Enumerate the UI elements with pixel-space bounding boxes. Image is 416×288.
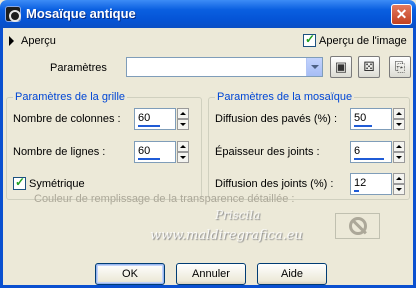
tile-diffusion-label: Diffusion des pavés (%) : <box>215 113 338 125</box>
fill-color-swatch[interactable] <box>335 213 380 239</box>
preview-label: Aperçu <box>21 35 56 47</box>
joint-diffusion-spinner[interactable]: 12 <box>350 173 405 195</box>
tile-diffusion-slider-bar[interactable] <box>354 125 372 127</box>
params-combobox[interactable] <box>126 57 323 77</box>
joint-diffusion-input[interactable]: 12 <box>350 173 392 195</box>
tile-diffusion-decrement-icon[interactable] <box>393 119 405 130</box>
watermark-url: www.maldiregrafica.eu <box>150 228 303 243</box>
help-button[interactable]: Aide <box>257 263 327 285</box>
rows-spinner[interactable]: 60 <box>134 141 189 163</box>
rows-input[interactable]: 60 <box>134 141 176 163</box>
columns-spinner[interactable]: 60 <box>134 108 189 130</box>
cancel-button[interactable]: Annuler <box>176 263 246 285</box>
ok-button[interactable]: OK <box>95 263 165 285</box>
checkmark-icon: ✓ <box>15 175 26 189</box>
watermark-name: Priscila <box>215 208 261 222</box>
joint-thickness-label: Épaisseur des joints : <box>215 146 320 158</box>
save-preset-button[interactable]: ▣ <box>330 56 352 78</box>
joint-thickness-input[interactable]: 6 <box>350 141 392 163</box>
dice-icon: ⚄ <box>363 59 375 74</box>
joint-thickness-increment-icon[interactable] <box>393 141 405 152</box>
floppy-disk-icon: ▣ <box>334 59 348 74</box>
mosaic-settings-title: Paramètres de la mosaïque <box>215 91 355 103</box>
tile-diffusion-increment-icon[interactable] <box>393 108 405 119</box>
app-icon <box>5 6 21 22</box>
rows-increment-icon[interactable] <box>177 141 189 152</box>
close-button[interactable]: ✕ <box>391 4 412 25</box>
columns-slider-bar[interactable] <box>138 125 160 127</box>
no-color-icon <box>349 217 367 235</box>
checkmark-icon: ✓ <box>305 32 316 46</box>
params-label: Paramètres <box>50 62 107 74</box>
joint-diffusion-increment-icon[interactable] <box>393 173 405 184</box>
symmetric-label: Symétrique <box>29 178 85 190</box>
image-preview-label: Aperçu de l'image <box>319 35 407 47</box>
grid-settings-title: Paramètres de la grille <box>13 91 128 103</box>
manage-presets-button[interactable]: ⎘ <box>389 56 411 78</box>
columns-decrement-icon[interactable] <box>177 119 189 130</box>
joint-thickness-spinner[interactable]: 6 <box>350 141 405 163</box>
joint-diffusion-decrement-icon[interactable] <box>393 184 405 195</box>
joint-thickness-slider-bar[interactable] <box>354 158 384 160</box>
columns-increment-icon[interactable] <box>177 108 189 119</box>
rows-decrement-icon[interactable] <box>177 152 189 163</box>
columns-input[interactable]: 60 <box>134 108 176 130</box>
image-preview-checkbox[interactable]: ✓ <box>303 32 316 47</box>
random-button[interactable]: ⚄ <box>358 56 380 78</box>
columns-label: Nombre de colonnes : <box>13 113 121 125</box>
tile-diffusion-input[interactable]: 50 <box>350 108 392 130</box>
joint-diffusion-slider-bar[interactable] <box>354 190 359 192</box>
joint-thickness-decrement-icon[interactable] <box>393 152 405 163</box>
rows-label: Nombre de lignes : <box>13 146 106 158</box>
joint-diffusion-label: Diffusion des joints (%) : <box>215 178 334 190</box>
fill-color-label: Couleur de remplissage de la transparenc… <box>34 193 295 205</box>
symmetric-checkbox[interactable]: ✓ <box>13 175 26 190</box>
expand-triangle-icon[interactable] <box>9 36 14 46</box>
title-bar: Mosaïque antique ✕ <box>0 0 416 28</box>
tile-diffusion-spinner[interactable]: 50 <box>350 108 405 130</box>
preset-folder-icon: ⎘ <box>394 59 406 74</box>
chevron-down-icon[interactable] <box>306 58 322 76</box>
window-title: Mosaïque antique <box>26 6 136 21</box>
rows-slider-bar[interactable] <box>138 158 160 160</box>
